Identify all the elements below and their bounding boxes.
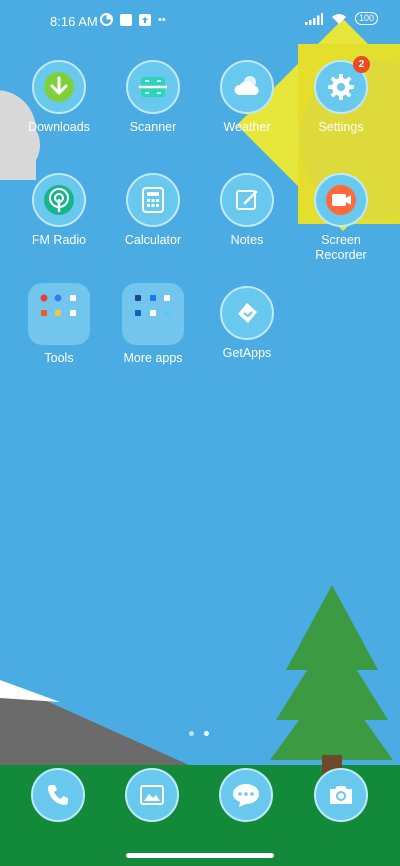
app-calculator[interactable]: Calculator	[106, 173, 200, 248]
app-label: Tools	[44, 351, 74, 365]
page-dot[interactable]	[189, 731, 194, 736]
status-bar: 8:16 AM •• 100	[0, 8, 400, 36]
home-screen: 8:16 AM •• 100 Downloads Scanner Weather…	[0, 0, 400, 866]
app-scanner[interactable]: Scanner	[106, 60, 200, 135]
data-saver-icon	[100, 13, 113, 26]
app-weather[interactable]: Weather	[200, 60, 294, 135]
app-fm-radio[interactable]: FM Radio	[12, 173, 106, 248]
weather-icon	[220, 60, 274, 114]
dock-gallery[interactable]	[125, 768, 179, 822]
messages-icon	[233, 784, 259, 807]
app-downloads[interactable]: Downloads	[12, 60, 106, 135]
notes-pencil-icon	[220, 173, 274, 227]
home-gesture-bar[interactable]	[126, 853, 274, 858]
notification-icons: ••	[100, 13, 166, 26]
page-indicator	[189, 731, 209, 736]
notification-square-icon	[120, 13, 132, 26]
folder-tools[interactable]: Tools	[12, 283, 106, 366]
system-icons: 100	[304, 12, 378, 25]
app-label: Weather	[223, 120, 271, 134]
app-label: GetApps	[222, 346, 272, 360]
wifi-icon	[331, 13, 346, 24]
signal-icon	[304, 12, 323, 25]
app-settings[interactable]: 2 Settings	[294, 56, 388, 135]
calculator-icon	[126, 173, 180, 227]
app-label: Calculator	[124, 233, 182, 247]
screen-recorder-icon	[314, 173, 368, 227]
folder-more-apps[interactable]: More apps	[106, 283, 200, 366]
tools-folder-icon	[28, 283, 90, 345]
downloads-icon	[32, 60, 86, 114]
app-label: FM Radio	[31, 233, 87, 247]
phone-icon	[48, 785, 68, 805]
status-time: 8:16 AM	[50, 14, 98, 29]
dock-camera[interactable]	[314, 768, 368, 822]
settings-gear-icon: 2	[314, 56, 370, 114]
notification-badge: 2	[353, 56, 370, 73]
upload-icon	[139, 13, 151, 26]
more-notifications-icon: ••	[158, 13, 166, 26]
app-notes[interactable]: Notes	[200, 173, 294, 248]
page-dot-active[interactable]	[204, 731, 209, 736]
app-getapps[interactable]: GetApps	[200, 286, 294, 361]
app-label: Scanner	[129, 120, 177, 134]
getapps-icon	[220, 286, 274, 340]
radio-icon	[32, 173, 86, 227]
camera-icon	[330, 786, 352, 804]
app-label: Screen Recorder	[315, 233, 367, 262]
app-label: Settings	[318, 120, 364, 134]
more-apps-folder-icon	[122, 283, 184, 345]
app-label: More apps	[123, 351, 183, 365]
dock-phone[interactable]	[31, 768, 85, 822]
gallery-icon	[140, 785, 164, 805]
app-label: Downloads	[28, 120, 90, 134]
battery-icon: 100	[354, 12, 378, 25]
app-label: Notes	[230, 233, 264, 247]
dock-messages[interactable]	[219, 768, 273, 822]
scanner-icon	[126, 60, 180, 114]
app-screen-recorder[interactable]: Screen Recorder	[294, 173, 388, 263]
